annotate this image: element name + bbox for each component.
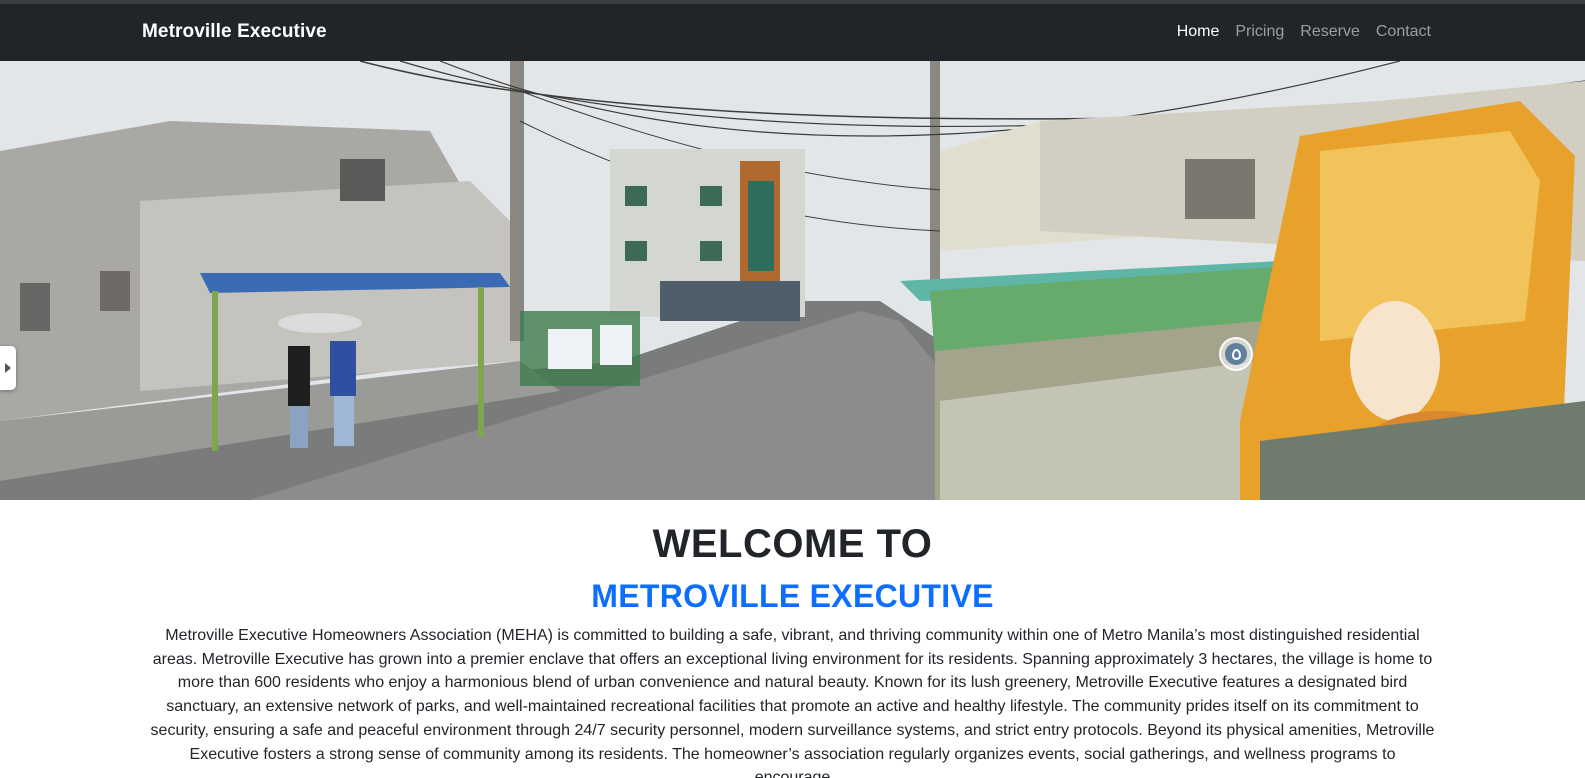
nav-link-pricing[interactable]: Pricing: [1235, 23, 1284, 41]
community-name-heading: METROVILLE EXECUTIVE: [591, 578, 994, 614]
street-view-image: [0, 61, 1585, 500]
nav-link-reserve[interactable]: Reserve: [1300, 23, 1360, 41]
welcome-heading: WELCOME TO: [652, 522, 933, 566]
nav-link-contact[interactable]: Contact: [1376, 23, 1431, 41]
map-pin-icon[interactable]: [1219, 337, 1253, 371]
nav-link-home[interactable]: Home: [1177, 23, 1220, 41]
hero-street-view[interactable]: [0, 61, 1585, 500]
intro-paragraph: Metroville Executive Homeowners Associat…: [150, 627, 1435, 778]
nav-links: Home Pricing Reserve Contact: [1177, 23, 1431, 41]
chevron-right-icon: [5, 363, 11, 373]
side-panel-toggle[interactable]: [0, 346, 16, 390]
brand-link[interactable]: Metroville Executive: [142, 21, 327, 43]
navbar: Metroville Executive Home Pricing Reserv…: [0, 4, 1585, 61]
